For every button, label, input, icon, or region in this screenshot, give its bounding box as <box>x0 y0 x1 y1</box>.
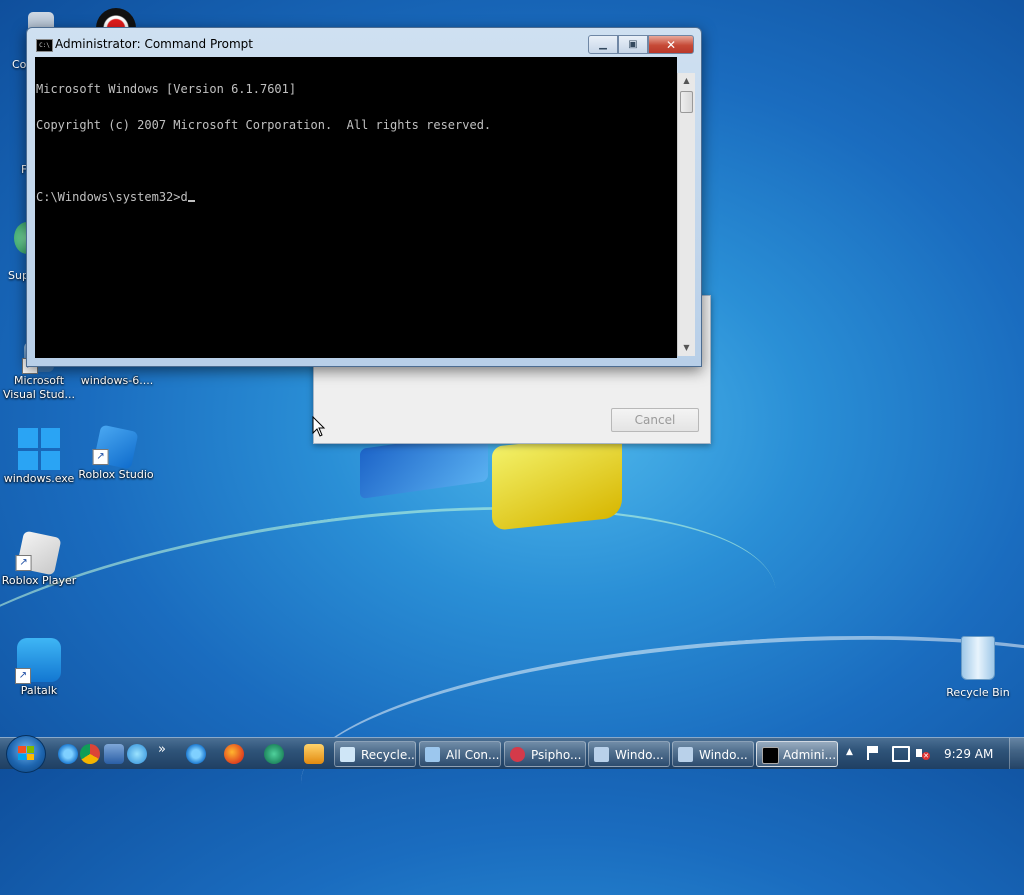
taskbar-button-label: Recycle... <box>361 748 416 762</box>
taskbar: » Recycle... All Con... Psipho... Windo.… <box>0 735 1024 773</box>
desktop-icon-label: Visual Stud... <box>2 388 76 401</box>
desktop-icon-label: windows-6.... <box>80 374 154 387</box>
app-icon[interactable] <box>264 744 284 764</box>
console-prompt-line: C:\Windows\system32>d <box>36 191 677 203</box>
shortcut-arrow-icon: ↗ <box>92 449 109 466</box>
taskbar-button-label: Windo... <box>699 748 748 762</box>
scroll-thumb[interactable] <box>680 91 693 113</box>
tray-expand-icon[interactable]: ▲ <box>846 747 853 757</box>
recycle-bin-icon <box>340 747 355 762</box>
windows-logo-icon <box>18 428 60 470</box>
wallpaper-windows-flag <box>492 433 622 531</box>
taskbar-button-control-panel[interactable]: All Con... <box>419 741 501 767</box>
installer-icon <box>594 747 609 762</box>
taskbar-button-label: All Con... <box>446 748 500 762</box>
installer-icon <box>678 747 693 762</box>
taskbar-button-windows-installer[interactable]: Windo... <box>672 741 754 767</box>
wallpaper-swoosh <box>0 458 794 845</box>
taskbar-button-recycle-bin[interactable]: Recycle... <box>334 741 416 767</box>
roblox-studio-icon: ↗ <box>92 424 139 470</box>
action-center-flag-icon[interactable] <box>867 746 881 760</box>
minimize-button[interactable]: ▁ <box>588 35 618 54</box>
desktop-icon-label: Co <box>12 58 27 71</box>
scroll-down-icon[interactable]: ▼ <box>678 340 695 356</box>
console-prompt: C:\Windows\system32>d <box>36 190 188 204</box>
desktop-icon-label: Paltalk <box>20 684 58 697</box>
command-prompt-window[interactable]: C:\ Administrator: Command Prompt ▁ ▣ ✕ … <box>26 27 702 367</box>
desktop-icon-paltalk[interactable]: ↗ Paltalk <box>1 638 77 698</box>
ie-icon[interactable] <box>186 744 206 764</box>
caption-buttons: ▁ ▣ ✕ <box>588 35 694 54</box>
virtualbox-icon[interactable] <box>104 744 124 764</box>
maximize-button[interactable]: ▣ <box>618 35 648 54</box>
network-icon[interactable] <box>892 746 910 762</box>
console-line: Microsoft Windows [Version 6.1.7601] <box>36 82 297 96</box>
taskbar-button-label: Psipho... <box>531 748 582 762</box>
desktop-icon-windows-exe[interactable]: windows.exe <box>1 428 77 486</box>
taskbar-button-psiphon[interactable]: Psipho... <box>504 741 586 767</box>
paltalk-icon: ↗ <box>15 638 61 684</box>
scroll-up-icon[interactable]: ▲ <box>678 73 695 89</box>
taskbar-button-label: Windo... <box>615 748 664 762</box>
minimize-icon: ▁ <box>599 39 607 50</box>
desktop-icon-label: Roblox Studio <box>78 468 154 481</box>
taskbar-button-windows-installer[interactable]: Windo... <box>588 741 670 767</box>
clock[interactable]: 9:29 AM <box>944 747 993 761</box>
desktop-icon-roblox-studio[interactable]: ↗ Roblox Studio <box>78 424 154 482</box>
windows-logo-icon <box>18 746 34 760</box>
shortcut-arrow-icon: ↗ <box>15 555 32 572</box>
desktop-icon-label: Microsoft <box>13 374 65 387</box>
cmd-icon[interactable]: C:\ <box>36 39 53 52</box>
volume-muted-icon[interactable]: ✕ <box>916 746 930 760</box>
show-desktop-button[interactable] <box>1009 738 1024 769</box>
mouse-pointer-icon <box>312 416 326 437</box>
desktop-icon-label: Roblox Player <box>1 574 77 587</box>
cmd-icon <box>762 747 779 764</box>
recycle-bin-icon <box>961 636 995 680</box>
close-button[interactable]: ✕ <box>648 35 694 54</box>
console-line: Copyright (c) 2007 Microsoft Corporation… <box>36 118 492 132</box>
console-output[interactable]: Microsoft Windows [Version 6.1.7601] Cop… <box>35 57 677 358</box>
media-player-icon[interactable] <box>304 744 324 764</box>
close-icon: ✕ <box>665 37 677 52</box>
roblox-player-icon: ↗ <box>15 530 62 576</box>
firefox-icon[interactable] <box>224 744 244 764</box>
chrome-icon[interactable] <box>80 744 100 764</box>
text-cursor <box>187 200 195 202</box>
control-panel-icon <box>425 747 440 762</box>
desktop-icon-roblox-player[interactable]: ↗ Roblox Player <box>1 530 77 588</box>
taskbar-button-command-prompt[interactable]: Admini... <box>756 741 838 767</box>
desktop-icon-label: windows.exe <box>3 472 75 485</box>
quick-launch-overflow[interactable]: » <box>158 742 166 757</box>
psiphon-icon <box>510 747 525 762</box>
shortcut-arrow-icon: ↗ <box>15 668 31 684</box>
cancel-button[interactable]: Cancel <box>611 408 699 432</box>
ie-icon[interactable] <box>58 744 78 764</box>
window-title: Administrator: Command Prompt <box>55 37 253 51</box>
desktop-icon-label: Recycle Bin <box>946 686 1010 699</box>
taskbar-button-label: Admini... <box>783 748 837 762</box>
desktop-icon-recycle-bin[interactable]: Recycle Bin <box>940 636 1016 699</box>
maximize-icon: ▣ <box>628 39 638 50</box>
messenger-icon[interactable] <box>127 744 147 764</box>
start-button[interactable] <box>6 735 46 773</box>
vertical-scrollbar[interactable]: ▲ ▼ <box>677 73 695 356</box>
